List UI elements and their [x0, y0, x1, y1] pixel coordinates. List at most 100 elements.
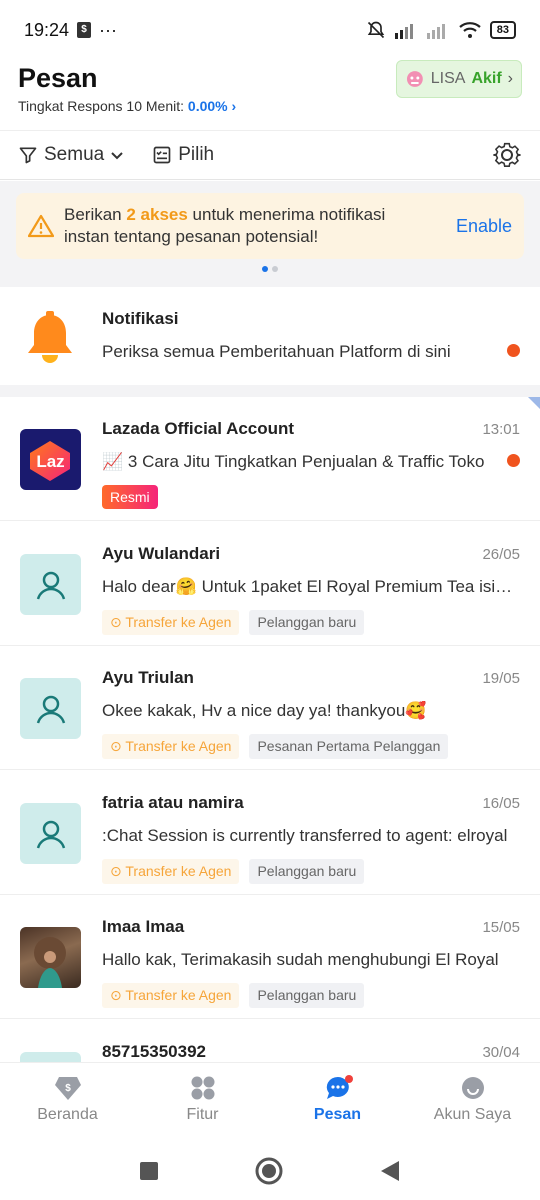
notification-message: Periksa semua Pemberitahuan Platform di … [102, 342, 451, 361]
conversation-row[interactable]: 85715350392 30/04 [0, 1020, 540, 1062]
nav-features[interactable]: Fitur [135, 1063, 270, 1142]
customer-tag: Pelanggan baru [249, 859, 365, 884]
transfer-agent-tag: ⊙ Transfer ke Agen [102, 610, 240, 635]
bottom-nav: $ Beranda Fitur Pesan Akun Saya [0, 1062, 540, 1142]
user-avatar-icon [20, 1052, 81, 1062]
home-circle-icon[interactable] [255, 1157, 283, 1185]
lisa-agent-button[interactable]: LISA Akif › [396, 60, 522, 98]
transfer-agent-tag: ⊙ Transfer ke Agen [102, 983, 240, 1008]
conversation-date: 30/04 [482, 1044, 520, 1061]
customer-tag: Pelanggan baru [249, 610, 365, 635]
account-face-icon [461, 1077, 484, 1099]
nav-home-label: Beranda [37, 1106, 98, 1123]
recents-square-icon[interactable] [139, 1161, 159, 1181]
chevron-right-icon: › [231, 98, 237, 114]
home-shield-icon: $ [54, 1077, 81, 1100]
wifi-icon [459, 22, 481, 38]
notification-title: Notifikasi [102, 309, 179, 328]
select-label: Pilih [178, 144, 215, 165]
conversation-preview: :Chat Session is currently transferred t… [102, 826, 508, 845]
conversation-preview: Halo dear🤗 Untuk 1paket El Royal Premium… [102, 577, 514, 596]
user-avatar-icon [20, 554, 81, 615]
transfer-agent-tag: ⊙ Transfer ke Agen [102, 734, 240, 759]
bell-icon [28, 311, 72, 363]
conversation-date: 15/05 [482, 919, 520, 936]
chevron-right-icon: › [507, 70, 513, 87]
conversation-row[interactable]: fatria atau namira 16/05 :Chat Session i… [0, 771, 540, 895]
nav-home[interactable]: $ Beranda [0, 1063, 135, 1142]
enable-button[interactable]: Enable [456, 216, 512, 237]
conversation-row[interactable]: Laz Lazada Official Account 13:01 📈 3 Ca… [0, 397, 540, 521]
unread-dot [507, 454, 520, 467]
lisa-status: Akif [471, 70, 502, 87]
laz-logo-icon: Laz [20, 429, 81, 490]
transfer-agent-tag: ⊙ Transfer ke Agen [102, 859, 240, 884]
carousel-dot [272, 266, 278, 272]
conversation-name: Ayu Triulan [102, 668, 194, 687]
banner-area: Berikan 2 akses untuk menerima notifikas… [0, 181, 540, 287]
filter-all-label: Semua [44, 144, 105, 165]
response-rate-label: Tingkat Respons 10 Menit: [18, 98, 185, 114]
user-avatar-icon [20, 678, 81, 739]
conversation-date: 26/05 [482, 546, 520, 563]
status-bar: 19:24 $ ··· 83 [0, 0, 540, 60]
conversation-date: 13:01 [482, 421, 520, 438]
shopping-bag-icon: $ [77, 22, 92, 38]
response-rate-value: 0.00% [187, 98, 228, 114]
conversation-name: 85715350392 [102, 1042, 207, 1061]
svg-text:Laz: Laz [36, 452, 64, 471]
conversation-row[interactable]: Ayu Triulan 19/05 Okee kakak, Hv a nice … [0, 646, 540, 770]
chat-bubble-icon [326, 1075, 353, 1099]
platform-notification-row[interactable]: Notifikasi Periksa semua Pemberitahuan P… [0, 287, 540, 385]
lisa-avatar-icon [406, 71, 423, 87]
svg-text:$: $ [65, 1083, 71, 1094]
customer-tag: Pelanggan baru [249, 983, 365, 1008]
nav-account[interactable]: Akun Saya [405, 1063, 540, 1142]
signal-icon [394, 24, 413, 39]
conversation-name: Imaa Imaa [102, 917, 185, 936]
signal-2-icon [426, 24, 445, 39]
more-dots: ··· [99, 19, 118, 40]
carousel-dots [0, 266, 540, 272]
nav-account-label: Akun Saya [433, 1106, 512, 1123]
nav-features-label: Fitur [186, 1106, 219, 1123]
filter-all-dropdown[interactable]: Semua [18, 144, 124, 166]
conversation-name: Ayu Wulandari [102, 544, 221, 563]
notification-permission-banner[interactable]: Berikan 2 akses untuk menerima notifikas… [16, 193, 524, 259]
conversation-row[interactable]: Imaa Imaa 15/05 Hallo kak, Terimakasih s… [0, 895, 540, 1019]
official-badge: Resmi [102, 485, 158, 509]
nav-messages[interactable]: Pesan [270, 1063, 405, 1142]
banner-highlight: 2 akses [126, 205, 188, 224]
conversation-preview: Okee kakak, Hv a nice day ya! thankyou🥰 [102, 701, 427, 720]
conversation-date: 19/05 [482, 670, 520, 687]
section-divider [0, 385, 540, 397]
conversation-row[interactable]: Ayu Wulandari 26/05 Halo dear🤗 Untuk 1pa… [0, 522, 540, 646]
carousel-dot [262, 266, 268, 272]
conversation-name: fatria atau namira [102, 793, 244, 812]
conversation-date: 16/05 [482, 795, 520, 812]
corner-marker-icon [528, 397, 540, 409]
back-triangle-icon[interactable] [379, 1159, 401, 1183]
select-button[interactable]: Pilih [152, 144, 214, 166]
system-nav-bar [0, 1142, 540, 1200]
photo-avatar [20, 927, 81, 988]
filter-icon [19, 147, 37, 164]
mute-bell-icon [367, 21, 384, 39]
conversation-name: Lazada Official Account [102, 419, 295, 438]
warning-icon [28, 214, 54, 238]
chevron-down-icon [111, 152, 123, 160]
response-rate[interactable]: Tingkat Respons 10 Menit: 0.00% › [18, 98, 522, 114]
battery-indicator: 83 [489, 21, 516, 39]
nav-messages-label: Pesan [313, 1106, 362, 1123]
unread-dot [507, 344, 520, 357]
conversation-preview: 📈 3 Cara Jitu Tingkatkan Penjualan & Tra… [102, 452, 485, 471]
status-time: 19:24 [24, 19, 70, 40]
filter-bar: Semua Pilih [0, 130, 540, 180]
features-grid-icon [191, 1076, 214, 1100]
lisa-label: LISA [430, 70, 466, 87]
checklist-icon [153, 146, 171, 164]
page-header: Pesan Tingkat Respons 10 Menit: 0.00% › … [0, 60, 540, 130]
gear-icon[interactable] [492, 140, 522, 170]
conversation-preview: Hallo kak, Terimakasih sudah menghubungi… [102, 950, 499, 969]
customer-tag: Pesanan Pertama Pelanggan [249, 734, 449, 759]
